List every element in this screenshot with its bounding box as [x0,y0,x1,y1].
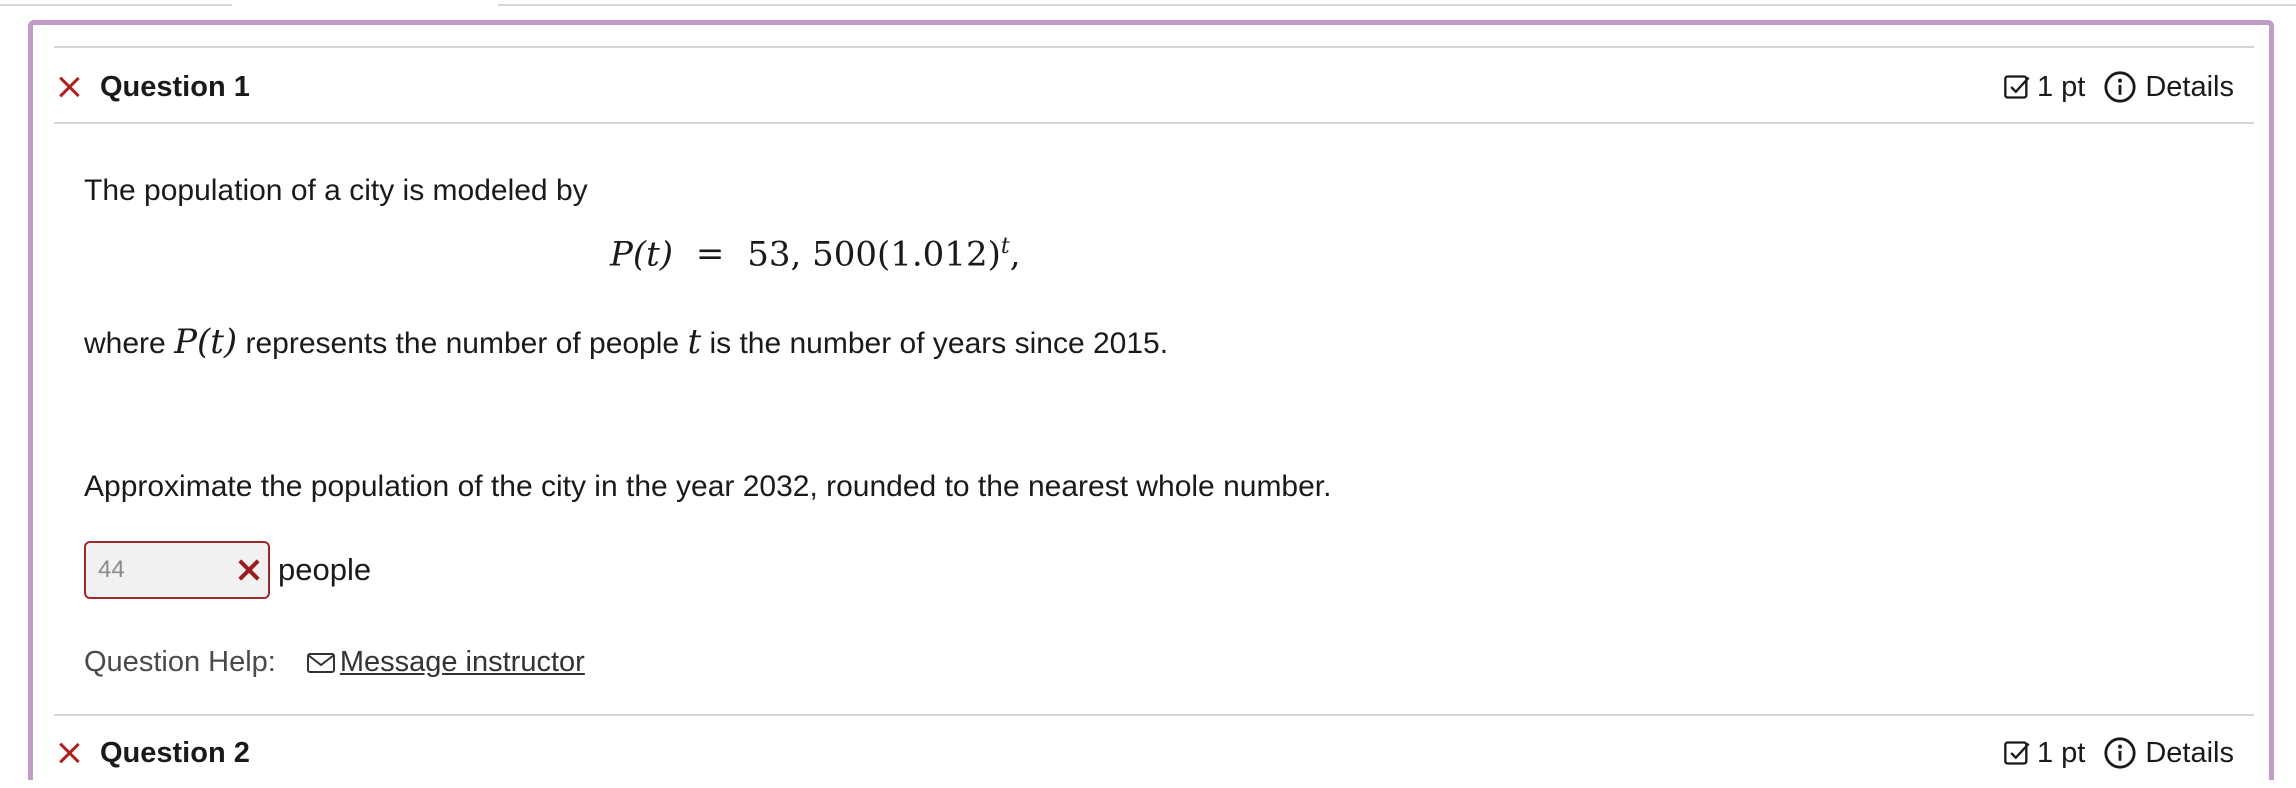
question2-header[interactable]: Question 2 1 pt Details [54,718,2254,788]
question1-where-text: where P(t) represents the number of peop… [84,322,1168,362]
question1-prompt: Approximate the population of the city i… [84,470,1332,503]
checkbox-icon [2004,75,2030,99]
where-mid: represents the number of people [245,327,680,360]
wrong-x-icon [238,559,260,581]
details-link[interactable]: Details [2145,71,2234,104]
question1-intro: The population of a city is modeled by [84,174,588,207]
info-icon[interactable] [2103,70,2137,104]
where-symbol-p: P(t) [174,322,238,362]
formula-exponent: t [1000,234,1010,259]
question1-title: Question 1 [100,70,250,103]
checkbox-icon [2004,741,2030,765]
mail-icon[interactable] [306,652,336,674]
incorrect-x-icon [58,76,80,98]
question1-header-divider [54,122,2254,124]
question1-points: 1 pt [2036,70,2086,103]
formula-equals: = [695,234,725,275]
details-link[interactable]: Details [2145,737,2234,770]
top-tab-strip [0,0,2296,6]
active-tab-gap [232,0,498,6]
formula-rhs: 53, 500(1.012) [747,234,1001,275]
question1-meta: 1 pt Details [2003,70,2234,104]
answer-box[interactable] [84,541,270,599]
info-icon[interactable] [2103,736,2137,770]
population-formula: P(t) = 53, 500(1.012)t, [610,234,1021,274]
formula-trailing: , [1009,234,1021,275]
answer-row: people [84,541,371,599]
message-instructor-link[interactable]: Message instructor [340,646,585,679]
question-help: Question Help: Message instructor [84,646,585,679]
question2-meta: 1 pt Details [2003,736,2234,770]
question2-top-divider [54,714,2254,716]
question1-header[interactable]: Question 1 1 pt Details [54,52,2254,122]
where-suffix: is the number of years since 2015. [709,327,1169,360]
question2-title: Question 2 [100,736,250,769]
help-label: Question Help: [84,646,276,678]
incorrect-x-icon [58,742,80,764]
answer-input[interactable] [98,543,218,597]
where-prefix: where [84,327,166,360]
answer-units: people [278,552,372,587]
question1-top-divider [54,46,2254,48]
where-symbol-t: t [687,322,702,362]
formula-lhs: P(t) [610,234,674,275]
question2-points: 1 pt [2036,736,2086,769]
